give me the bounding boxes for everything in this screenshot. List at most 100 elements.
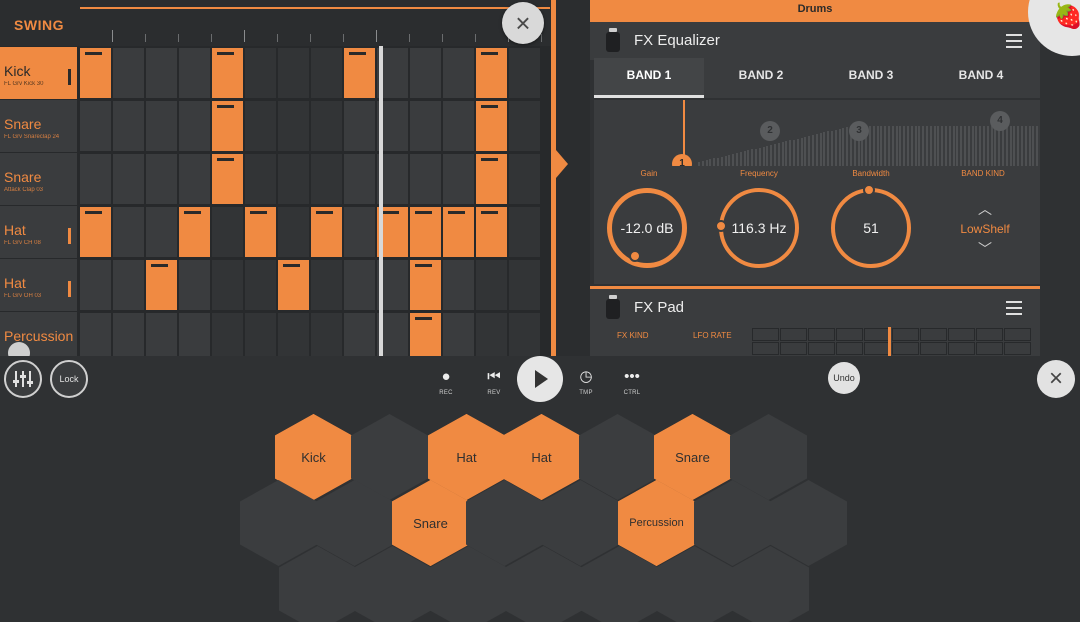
xy-pad-cell[interactable]: [808, 342, 835, 355]
step-pad[interactable]: [476, 260, 507, 310]
step-pad[interactable]: [344, 48, 375, 98]
step-pad[interactable]: [245, 207, 276, 257]
step-pad[interactable]: [146, 313, 177, 356]
step-pad[interactable]: [509, 48, 540, 98]
step-pad[interactable]: [113, 101, 144, 151]
step-pad[interactable]: [476, 48, 507, 98]
step-pad[interactable]: [179, 101, 210, 151]
step-pad[interactable]: [476, 101, 507, 151]
band-kind-selector[interactable]: ︿ LowShelf ﹀: [930, 202, 1040, 256]
step-pad[interactable]: [245, 48, 276, 98]
xy-pad-cell[interactable]: [752, 342, 779, 355]
xy-pad-cell[interactable]: [948, 342, 975, 355]
xy-pad-cell[interactable]: [1004, 342, 1031, 355]
step-pad[interactable]: [443, 207, 474, 257]
step-pad[interactable]: [212, 48, 243, 98]
step-pad[interactable]: [311, 101, 342, 151]
step-pad[interactable]: [179, 154, 210, 204]
xy-pad-cell[interactable]: [780, 328, 807, 341]
step-pad[interactable]: [212, 207, 243, 257]
hamburger-menu-icon[interactable]: [1006, 301, 1022, 315]
step-pad[interactable]: [311, 313, 342, 356]
step-pad[interactable]: [278, 207, 309, 257]
step-pad[interactable]: [113, 207, 144, 257]
tab-band-1[interactable]: BAND 1: [594, 58, 704, 98]
step-pad[interactable]: [344, 260, 375, 310]
close-pads-button[interactable]: ×: [1037, 360, 1075, 398]
drag-handle-icon[interactable]: [606, 28, 620, 52]
panel-divider[interactable]: [556, 0, 590, 356]
step-pad[interactable]: [311, 48, 342, 98]
step-pad[interactable]: [245, 313, 276, 356]
step-pad[interactable]: [113, 154, 144, 204]
step-pad[interactable]: [410, 154, 441, 204]
step-pad[interactable]: [509, 207, 540, 257]
band-node-2[interactable]: 2: [760, 121, 780, 141]
step-pad[interactable]: [311, 260, 342, 310]
band-node-3[interactable]: 3: [849, 121, 869, 141]
xy-pad-cell[interactable]: [892, 328, 919, 341]
ctrl-button[interactable]: ••• CTRL: [617, 368, 647, 396]
step-pad[interactable]: [179, 260, 210, 310]
xy-pad-cell[interactable]: [864, 328, 891, 341]
swing-slider-track[interactable]: [80, 7, 550, 9]
step-pad[interactable]: [278, 48, 309, 98]
step-pad[interactable]: [410, 207, 441, 257]
step-pad[interactable]: [509, 154, 540, 204]
step-pad[interactable]: [443, 154, 474, 204]
bandwidth-knob[interactable]: 51: [831, 184, 911, 268]
step-pad[interactable]: [410, 48, 441, 98]
step-pad[interactable]: [146, 101, 177, 151]
step-pad[interactable]: [278, 260, 309, 310]
close-sequencer-button[interactable]: ×: [502, 2, 544, 44]
channel-button[interactable]: Snare Attack Clap 03: [0, 153, 77, 205]
step-pad[interactable]: [80, 154, 111, 204]
step-pad[interactable]: [179, 313, 210, 356]
step-pad[interactable]: [410, 260, 441, 310]
channel-button[interactable]: Kick FL Grv Kick 30: [0, 47, 77, 99]
step-pad[interactable]: [245, 101, 276, 151]
chevron-up-icon[interactable]: ︿: [930, 202, 1040, 216]
step-pad[interactable]: [146, 207, 177, 257]
step-pad[interactable]: [80, 313, 111, 356]
drag-handle-icon[interactable]: [606, 295, 620, 319]
rec-button[interactable]: ● REC: [431, 368, 461, 396]
xy-pad-cell[interactable]: [920, 328, 947, 341]
mixer-button[interactable]: [4, 360, 42, 398]
step-pad[interactable]: [509, 260, 540, 310]
xy-pad-cell[interactable]: [808, 328, 835, 341]
step-pad[interactable]: [179, 48, 210, 98]
step-pad[interactable]: [278, 313, 309, 356]
step-pad[interactable]: [212, 101, 243, 151]
step-pad[interactable]: [245, 260, 276, 310]
gain-knob[interactable]: -12.0 dB: [607, 188, 687, 268]
step-pad[interactable]: [443, 101, 474, 151]
xy-pad-cell[interactable]: [976, 342, 1003, 355]
step-pad[interactable]: [212, 154, 243, 204]
step-pad[interactable]: [344, 207, 375, 257]
step-pad[interactable]: [443, 260, 474, 310]
xy-pad-cursor[interactable]: [888, 327, 891, 356]
channel-button[interactable]: Hat FL Grv CH 08: [0, 206, 77, 258]
xy-pad-grid[interactable]: [752, 327, 1032, 356]
step-pad[interactable]: [278, 154, 309, 204]
fx-kind-label[interactable]: FX KIND: [617, 331, 649, 340]
step-pad[interactable]: [80, 260, 111, 310]
step-pad[interactable]: [80, 101, 111, 151]
channel-button[interactable]: Hat FL Grv OH 03: [0, 259, 77, 311]
eq-frequency-graph[interactable]: [594, 100, 1040, 166]
step-pad[interactable]: [410, 313, 441, 356]
step-pad[interactable]: [344, 101, 375, 151]
step-pad[interactable]: [443, 313, 474, 356]
play-button[interactable]: [517, 356, 563, 402]
step-pad[interactable]: [410, 101, 441, 151]
channel-button[interactable]: Snare FL Grv Snareclap 24: [0, 100, 77, 152]
step-pad[interactable]: [509, 101, 540, 151]
step-pad[interactable]: [80, 207, 111, 257]
tab-band-4[interactable]: BAND 4: [926, 58, 1036, 98]
step-pad[interactable]: [113, 48, 144, 98]
step-pad[interactable]: [146, 260, 177, 310]
xy-pad-cell[interactable]: [752, 328, 779, 341]
step-pad[interactable]: [179, 207, 210, 257]
chevron-down-icon[interactable]: ﹀: [930, 242, 1040, 256]
